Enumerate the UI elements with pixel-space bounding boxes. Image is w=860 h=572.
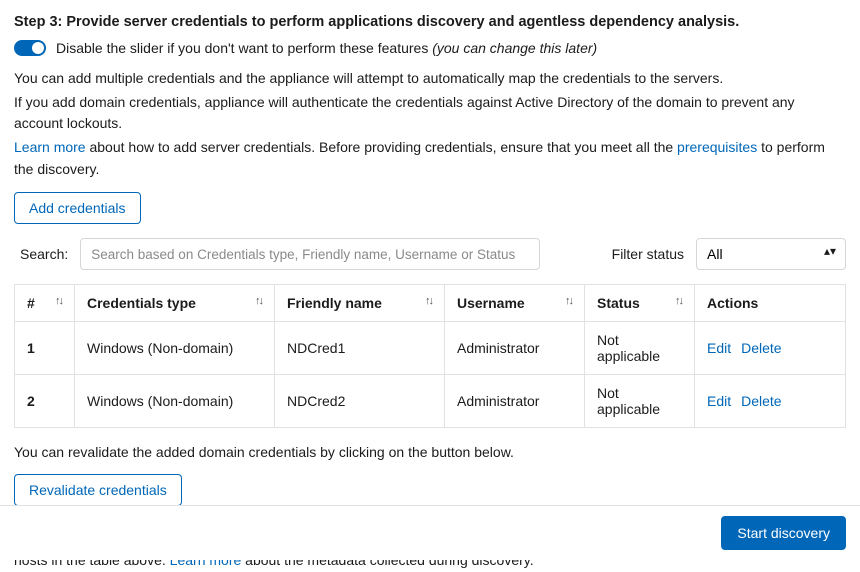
table-header-row: # ↑↓ Credentials type ↑↓ Friendly name ↑↓ U… bbox=[15, 285, 846, 322]
credentials-table: # ↑↓ Credentials type ↑↓ Friendly name ↑↓ U… bbox=[14, 284, 846, 428]
delete-link[interactable]: Delete bbox=[741, 340, 781, 356]
delete-link[interactable]: Delete bbox=[741, 393, 781, 409]
cell-status: Not applicable bbox=[585, 322, 695, 375]
cell-actions: Edit Delete bbox=[695, 375, 846, 428]
row-num: 2 bbox=[27, 393, 35, 409]
cell-type: Windows (Non-domain) bbox=[75, 375, 275, 428]
header-user-label: Username bbox=[457, 295, 525, 311]
sort-icon[interactable]: ↑↓ bbox=[255, 295, 262, 307]
header-num-label: # bbox=[27, 295, 35, 311]
toggle-text: Disable the slider if you don't want to … bbox=[56, 40, 432, 56]
cell-user: Administrator bbox=[445, 375, 585, 428]
intro-3a: about how to add server credentials. Bef… bbox=[86, 139, 677, 155]
cell-friendly: NDCred1 bbox=[275, 322, 445, 375]
cell-num: 1 bbox=[15, 322, 75, 375]
sort-icon[interactable]: ↑↓ bbox=[675, 295, 682, 307]
filter-status-select[interactable]: All bbox=[696, 238, 846, 270]
header-user: Username ↑↓ bbox=[445, 285, 585, 322]
filter-status-select-wrap: All ▴▾ bbox=[696, 238, 846, 270]
sort-icon[interactable]: ↑↓ bbox=[55, 295, 62, 307]
header-num: # ↑↓ bbox=[15, 285, 75, 322]
edit-link[interactable]: Edit bbox=[707, 340, 731, 356]
intro-line-3: Learn more about how to add server crede… bbox=[14, 137, 846, 180]
intro-line-2: If you add domain credentials, appliance… bbox=[14, 92, 846, 135]
table-row: 2 Windows (Non-domain) NDCred2 Administr… bbox=[15, 375, 846, 428]
feature-toggle-text: Disable the slider if you don't want to … bbox=[56, 40, 597, 56]
header-type-label: Credentials type bbox=[87, 295, 196, 311]
filter-status-label: Filter status bbox=[612, 246, 684, 262]
start-discovery-button[interactable]: Start discovery bbox=[721, 516, 846, 550]
header-friendly: Friendly name ↑↓ bbox=[275, 285, 445, 322]
intro-line-1: You can add multiple credentials and the… bbox=[14, 68, 846, 90]
toggle-paren: (you can change this later) bbox=[432, 40, 597, 56]
search-input[interactable] bbox=[80, 238, 540, 270]
learn-more-credentials-link[interactable]: Learn more bbox=[14, 139, 86, 155]
sort-icon[interactable]: ↑↓ bbox=[565, 295, 572, 307]
table-row: 1 Windows (Non-domain) NDCred1 Administr… bbox=[15, 322, 846, 375]
cell-num: 2 bbox=[15, 375, 75, 428]
edit-link[interactable]: Edit bbox=[707, 393, 731, 409]
prerequisites-link[interactable]: prerequisites bbox=[677, 139, 757, 155]
cell-friendly: NDCred2 bbox=[275, 375, 445, 428]
cell-actions: Edit Delete bbox=[695, 322, 846, 375]
revalidate-credentials-button[interactable]: Revalidate credentials bbox=[14, 474, 182, 506]
header-status-label: Status bbox=[597, 295, 640, 311]
header-friendly-label: Friendly name bbox=[287, 295, 382, 311]
search-label: Search: bbox=[20, 246, 68, 262]
feature-toggle-row: Disable the slider if you don't want to … bbox=[14, 40, 846, 56]
header-status: Status ↑↓ bbox=[585, 285, 695, 322]
feature-toggle[interactable] bbox=[14, 40, 46, 56]
revalidate-text: You can revalidate the added domain cred… bbox=[14, 442, 846, 464]
controls-row: Search: Filter status All ▴▾ bbox=[14, 238, 846, 270]
cell-user: Administrator bbox=[445, 322, 585, 375]
header-actions: Actions bbox=[695, 285, 846, 322]
bottom-bar: Start discovery bbox=[0, 505, 860, 560]
step-title: Step 3: Provide server credentials to pe… bbox=[14, 14, 846, 30]
header-type: Credentials type ↑↓ bbox=[75, 285, 275, 322]
cell-type: Windows (Non-domain) bbox=[75, 322, 275, 375]
cell-status: Not applicable bbox=[585, 375, 695, 428]
row-num: 1 bbox=[27, 340, 35, 356]
sort-icon[interactable]: ↑↓ bbox=[425, 295, 432, 307]
add-credentials-button[interactable]: Add credentials bbox=[14, 192, 141, 224]
